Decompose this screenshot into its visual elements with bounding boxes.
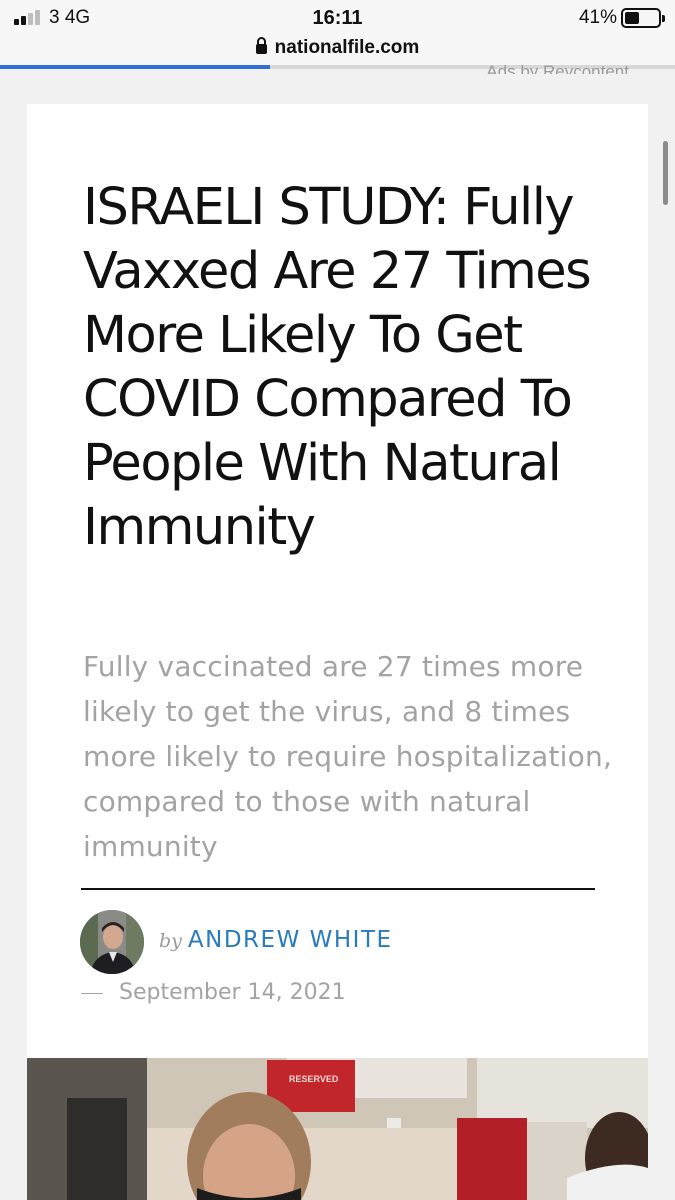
status-bar: 3 4G 16:11 41% — [0, 0, 675, 36]
date-dash — [81, 992, 103, 994]
article-headline: ISRAELI STUDY: Fully Vaxxed Are 27 Times… — [83, 178, 592, 557]
publish-date: September 14, 2021 — [81, 980, 346, 1005]
divider — [81, 888, 595, 890]
article-subtitle: Fully vaccinated are 27 times more likel… — [83, 650, 613, 863]
reserved-sign: RESERVED — [289, 1074, 339, 1084]
clock: 16:11 — [312, 7, 363, 29]
article-card: ISRAELI STUDY: Fully Vaxxed Are 27 Times… — [27, 104, 648, 1200]
battery-icon — [621, 8, 665, 28]
author-link[interactable]: ANDREW WHITE — [188, 927, 393, 953]
by-label: by — [159, 930, 182, 952]
article-photo[interactable]: RESERVED — [27, 1058, 648, 1200]
lock-icon — [255, 37, 267, 54]
ads-label[interactable]: Ads by Revcontent — [486, 62, 629, 74]
url-text: nationalfile.com — [274, 37, 420, 58]
date-text: September 14, 2021 — [119, 980, 346, 1005]
author-avatar[interactable] — [80, 910, 144, 974]
scrollbar[interactable] — [663, 141, 668, 205]
byline: by ANDREW WHITE — [159, 926, 393, 953]
battery-percent: 41% — [578, 7, 617, 28]
